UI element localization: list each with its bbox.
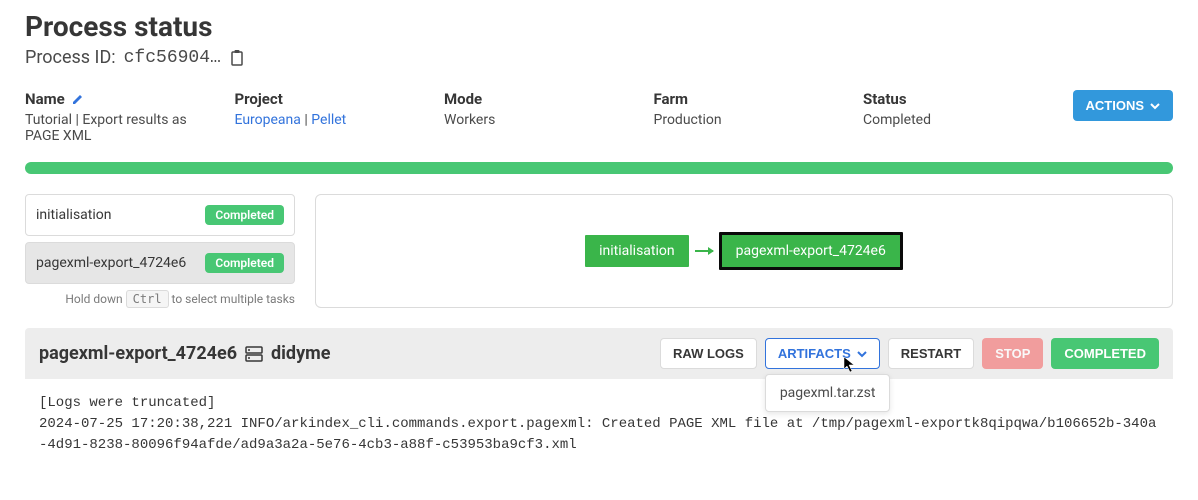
multi-select-hint: Hold down Ctrl to select multiple tasks [25, 290, 295, 308]
task-item-initialisation[interactable]: initialisation Completed [25, 194, 295, 236]
ctrl-key: Ctrl [126, 290, 169, 308]
name-value: Tutorial | Export results as PAGE XML [25, 112, 195, 144]
stop-button[interactable]: STOP [982, 338, 1043, 369]
artifacts-button[interactable]: ARTIFACTS [765, 338, 880, 369]
graph-node-initialisation[interactable]: initialisation [585, 235, 689, 267]
artifacts-dropdown: pagexml.tar.zst [765, 374, 891, 412]
farm-value: Production [654, 112, 824, 128]
pencil-icon[interactable] [71, 92, 85, 106]
restart-button[interactable]: RESTART [888, 338, 974, 369]
status-badge: Completed [205, 253, 284, 273]
chevron-down-icon [857, 350, 867, 358]
task-detail-name: pagexml-export_4724e6 [39, 343, 237, 364]
process-id-value: cfc56904… [124, 48, 221, 68]
project-link-1[interactable]: Europeana [235, 112, 301, 128]
status-badge: Completed [205, 205, 284, 225]
graph-edge [695, 250, 713, 252]
actions-button[interactable]: ACTIONS [1073, 90, 1174, 121]
project-link-2[interactable]: Pellet [311, 112, 346, 128]
task-detail-worker: didyme [271, 343, 330, 364]
farm-label: Farm [654, 90, 824, 108]
completed-badge-button: COMPLETED [1051, 338, 1159, 369]
clipboard-icon[interactable] [229, 49, 245, 67]
progress-bar [25, 162, 1173, 174]
task-item-label: pagexml-export_4724e6 [36, 255, 186, 271]
artifact-item[interactable]: pagexml.tar.zst [780, 385, 876, 401]
status-label: Status [863, 90, 1033, 108]
page-title: Process status [25, 10, 1173, 43]
task-item-pagexml[interactable]: pagexml-export_4724e6 Completed [25, 242, 295, 284]
workflow-graph: initialisation pagexml-export_4724e6 [315, 194, 1173, 308]
server-icon [245, 346, 263, 362]
info-row: Name Tutorial | Export results as PAGE X… [25, 90, 1173, 144]
mode-value: Workers [444, 112, 614, 128]
graph-node-pagexml[interactable]: pagexml-export_4724e6 [719, 232, 903, 270]
process-id-row: Process ID: cfc56904… [25, 47, 1173, 68]
process-id-label: Process ID: [25, 47, 116, 68]
project-label: Project [235, 90, 405, 108]
chevron-down-icon [1150, 102, 1160, 110]
status-value: Completed [863, 112, 1033, 128]
task-list: initialisation Completed pagexml-export_… [25, 194, 295, 308]
log-output: [Logs were truncated] 2024-07-25 17:20:3… [25, 379, 1173, 458]
name-label: Name [25, 90, 195, 108]
task-detail-toolbar: pagexml-export_4724e6 didyme RAW LOGS AR… [25, 328, 1173, 379]
raw-logs-button[interactable]: RAW LOGS [660, 338, 757, 369]
task-item-label: initialisation [36, 207, 112, 223]
mode-label: Mode [444, 90, 614, 108]
